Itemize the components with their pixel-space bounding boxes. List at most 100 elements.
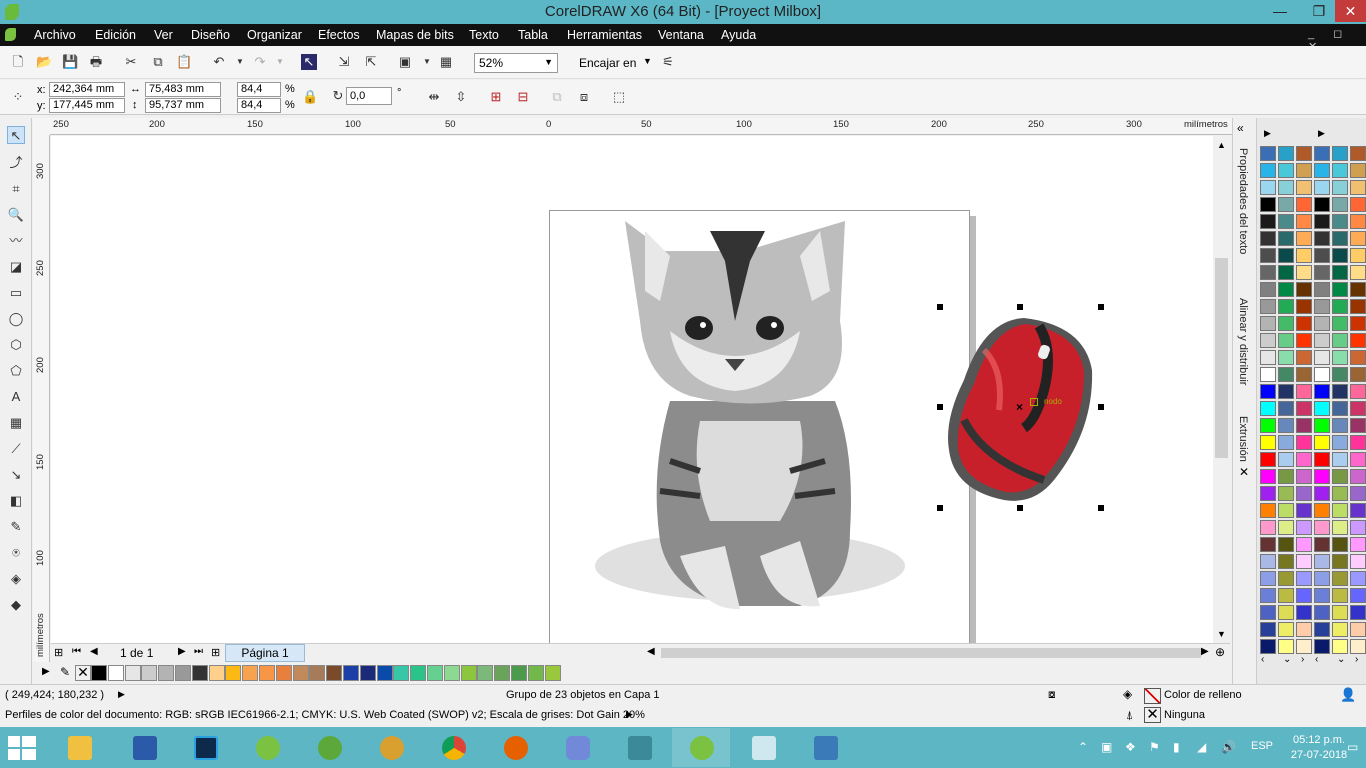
palette-color-swatch[interactable] [1350,333,1366,348]
chrome-icon[interactable] [424,728,482,767]
palette-color-swatch[interactable] [1278,384,1294,399]
menu-tabla[interactable]: Tabla [518,28,548,42]
palette-color-swatch[interactable] [1278,537,1294,552]
windows-start-icon[interactable] [8,736,36,760]
new-document-icon[interactable]: 🗋 [10,54,26,70]
outline-tool-icon[interactable]: ⍟ [7,544,25,562]
color-swatch[interactable] [544,665,561,681]
palette-color-swatch[interactable] [1314,435,1330,450]
palette-color-swatch[interactable] [1296,146,1312,161]
palette-color-swatch[interactable] [1260,605,1276,620]
paste-icon[interactable]: 📋 [176,54,192,70]
palette-color-swatch[interactable] [1260,282,1276,297]
export-icon[interactable]: ⇱ [363,54,379,70]
palette-color-swatch[interactable] [1332,622,1348,637]
profile-expand-icon[interactable]: ▶ [626,709,633,720]
palette-color-swatch[interactable] [1350,571,1366,586]
palette-color-swatch[interactable] [1260,401,1276,416]
palette-color-swatch[interactable] [1332,146,1348,161]
palette-color-swatch[interactable] [1332,214,1348,229]
show-hidden-icons[interactable]: ⌃ [1078,740,1088,754]
palette-color-swatch[interactable] [1350,452,1366,467]
palette-color-swatch[interactable] [1314,146,1330,161]
palette-color-swatch[interactable] [1296,503,1312,518]
first-page-icon[interactable]: ⏮ [72,646,81,657]
palette-color-swatch[interactable] [1260,316,1276,331]
y-position-field[interactable]: 177,445 mm [49,98,125,113]
smart-fill-tool-icon[interactable]: ◪ [7,258,25,276]
palette-color-swatch[interactable] [1260,248,1276,263]
palette-color-swatch[interactable] [1296,418,1312,433]
battery-icon[interactable]: ▮ [1173,740,1180,754]
color-swatch[interactable] [225,665,242,681]
color-swatch[interactable] [343,665,359,681]
shape-tool-icon[interactable]: ⤴ [7,154,25,172]
import-icon[interactable]: ⇲ [336,54,352,70]
palette-color-swatch[interactable] [1278,265,1294,280]
palette-color-swatch[interactable] [1332,384,1348,399]
table-tool-icon[interactable]: ▦ [7,414,25,432]
palette-color-swatch[interactable] [1314,316,1330,331]
horizontal-ruler[interactable]: 250 200 150 100 50 0 50 100 150 200 250 … [50,118,1232,135]
palette-color-swatch[interactable] [1296,605,1312,620]
document-icon[interactable] [5,28,16,41]
palette-color-swatch[interactable] [1260,452,1276,467]
palette-color-swatch[interactable] [1260,554,1276,569]
tool-app-icon[interactable] [610,728,668,767]
next-page-icon[interactable]: ▶ [178,646,186,657]
palette-color-swatch[interactable] [1278,571,1294,586]
pick-tool-icon[interactable]: ↖ [7,126,25,144]
no-color-swatch-icon[interactable]: ✕ [75,665,91,681]
basic-shapes-tool-icon[interactable]: ⬠ [7,362,25,380]
palette-menu-icon[interactable]: ▶ [1264,128,1271,139]
menu-ayuda[interactable]: Ayuda [721,28,756,42]
palette-color-swatch[interactable] [1260,367,1276,382]
outline-none-swatch-icon[interactable]: ✕ [1144,707,1161,723]
restore-button[interactable]: ❐ [1303,0,1335,22]
connector-tool-icon[interactable]: ↘ [7,466,25,484]
scale-y-field[interactable]: 84,4 [237,98,281,113]
file-explorer-icon[interactable] [50,728,108,767]
crop-tool-icon[interactable]: ⌗ [7,180,25,198]
language-indicator[interactable]: ESP [1251,740,1273,752]
palette-color-swatch[interactable] [1278,163,1294,178]
palette-color-swatch[interactable] [1278,299,1294,314]
text-tool-icon[interactable]: A [7,388,25,406]
palette-color-swatch[interactable] [1332,605,1348,620]
photoshop-icon[interactable] [176,728,234,767]
palette-color-swatch[interactable] [1332,316,1348,331]
palette-color-swatch[interactable] [1296,180,1312,195]
palette-color-swatch[interactable] [1278,452,1294,467]
ungroup-all-icon[interactable]: ⊟ [515,89,531,105]
ruler-origin[interactable] [33,118,50,135]
palette-color-swatch[interactable] [1296,265,1312,280]
menu-texto[interactable]: Texto [469,28,499,42]
color-swatch[interactable] [443,665,460,681]
palette-color-swatch[interactable] [1350,639,1366,654]
color-swatch[interactable] [393,665,410,681]
palette-color-swatch[interactable] [1350,520,1366,535]
tray-app-icon[interactable]: ▣ [1101,740,1112,754]
menu-efectos[interactable]: Efectos [318,28,360,42]
palette-color-swatch[interactable] [1314,180,1330,195]
palette-color-swatch[interactable] [1278,197,1294,212]
palette-scroll-down-icon[interactable]: ⌄ [1337,654,1345,665]
photos-app-icon[interactable] [796,728,854,767]
palette-scroll-left-icon[interactable]: ‹ [1261,654,1264,665]
palette-color-swatch[interactable] [1260,265,1276,280]
color-swatch[interactable] [376,665,393,681]
palette-color-swatch[interactable] [1314,486,1330,501]
mouse-artwork[interactable] [944,310,1104,510]
scroll-right-icon[interactable]: ▶ [1201,646,1209,657]
palette-scroll-right-icon[interactable]: › [1355,654,1358,665]
palette-color-swatch[interactable] [1296,350,1312,365]
combine-icon[interactable]: ⧉ [549,89,565,105]
palette-color-swatch[interactable] [1350,588,1366,603]
color-swatch[interactable] [107,665,124,681]
palette-color-swatch[interactable] [1332,282,1348,297]
palette-color-swatch[interactable] [1314,299,1330,314]
palette-scroll-left-icon[interactable]: ‹ [1315,654,1318,665]
palette-color-swatch[interactable] [1314,554,1330,569]
ellipse-tool-icon[interactable]: ◯ [7,310,25,328]
palette-color-swatch[interactable] [1314,452,1330,467]
